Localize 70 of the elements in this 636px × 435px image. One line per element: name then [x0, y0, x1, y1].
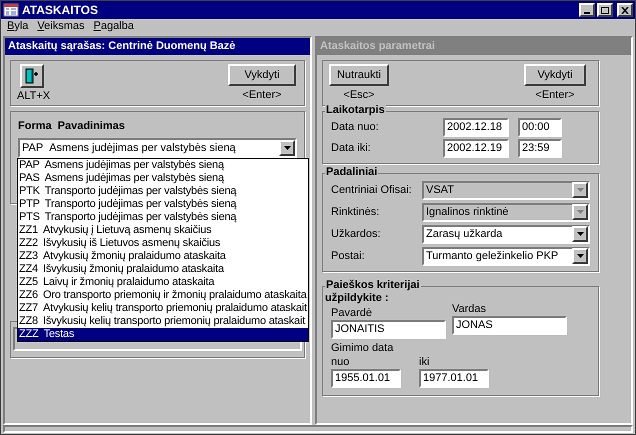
shortcut-label: <Enter>	[242, 89, 282, 102]
time-field[interactable]: 23:59	[518, 139, 562, 158]
close-button[interactable]	[617, 3, 633, 17]
field-label: Užkardos:	[331, 228, 382, 240]
panel-header: Ataskaitos parametrai	[317, 38, 631, 55]
dropdown-option[interactable]: ZZ5 Laivų ir žmonių pralaidumo ataskaita	[18, 276, 308, 289]
menu-item[interactable]: Veiksmas	[37, 18, 84, 35]
window-title: ATASKAITOS	[22, 2, 98, 19]
minimize-button[interactable]	[579, 3, 595, 17]
caret-icon	[284, 146, 290, 150]
field-label: Vardas	[452, 303, 488, 316]
field-label: Gimimo data	[331, 342, 394, 355]
field-label: Centriniai Ofisai:	[331, 184, 413, 196]
shortcut-label: ALT+X	[17, 90, 50, 103]
dropdown-option[interactable]: ZZ1 Atvykusių į Lietuvą asmenų skaičius	[18, 224, 308, 237]
group-title: Paieškos kriterijai	[325, 279, 421, 292]
dropdown-option[interactable]: PAS Asmens judėjimas per valstybės sieną	[18, 172, 308, 185]
dropdown-option[interactable]: ZZ6 Oro transporto priemonių ir žmonių pralaidumo ataskaita	[18, 289, 308, 302]
date-field[interactable]: 2002.12.18	[443, 118, 509, 137]
group-title: Laikotarpis	[325, 104, 386, 117]
panel-header: Ataskaitų sąrašas: Centrinė Duomenų Bazė	[5, 38, 310, 55]
dropdown-field[interactable]: Turmanto geležinkelio PKP	[422, 246, 590, 266]
dropdown-option[interactable]: ZZ2 Išvykusių iš Lietuvos asmenų skaičius	[18, 237, 308, 250]
name-field[interactable]: JONAS	[452, 316, 567, 335]
app-icon	[3, 3, 19, 17]
field-label: iki	[419, 356, 430, 369]
dropdown-option[interactable]: ZZ8 Išvykusių kelių transporto priemonių pralaidumo ataskait	[18, 315, 308, 328]
maximize-button[interactable]	[597, 3, 613, 17]
dropdown-option[interactable]: PTK Transporto judėjimas per valstybės sieną	[18, 185, 308, 198]
maximize-icon	[601, 6, 609, 14]
field-label: Data iki:	[331, 142, 372, 155]
group-subtitle: užpildykite :	[325, 292, 390, 305]
dropdown-option[interactable]: ZZ7 Atvykusių kelių transporto priemonių pralaidumo ataskait	[18, 302, 308, 315]
close-icon	[621, 6, 629, 14]
caret-icon	[576, 254, 584, 258]
dropdown-option[interactable]: ZZ3 Atvykusių žmonių pralaidumo ataskaita	[18, 250, 308, 263]
field-label: Pavardė	[331, 307, 373, 320]
time-field[interactable]: 00:00	[518, 118, 562, 137]
menu-item[interactable]: Byla	[7, 18, 28, 35]
dropdown-option[interactable]: PTS Transporto judėjimas per valstybės sieną	[18, 211, 308, 224]
caret-icon	[576, 232, 584, 236]
date-field[interactable]: 1955.01.01	[331, 369, 401, 388]
dropdown-option[interactable]: PAP Asmens judėjimas per valstybės sieną	[18, 159, 308, 172]
exit-button[interactable]	[20, 64, 44, 88]
run-button[interactable]: Vykdyti	[228, 64, 296, 86]
dropdown-button[interactable]	[279, 140, 295, 156]
date-field[interactable]: 2002.12.19	[443, 139, 509, 158]
dropdown-option[interactable]: PTP Transporto judėjimas per valstybės sieną	[18, 198, 308, 211]
dropdown-option[interactable]: ZZZ Testas	[18, 328, 308, 341]
shortcut-label: <Enter>	[535, 89, 575, 102]
dropdown-button[interactable]	[572, 226, 588, 242]
caret-icon	[576, 210, 584, 214]
cancel-button[interactable]: Nutraukti	[329, 64, 389, 86]
exit-door-icon	[24, 68, 40, 84]
report-dropdown[interactable]: PAP Asmens judėjimas per valstybės sieną	[18, 138, 297, 158]
caret-icon	[576, 188, 584, 192]
dropdown-field[interactable]: Zarasų užkarda	[422, 224, 590, 244]
field-label: Postai:	[331, 250, 366, 262]
column-header: Forma	[18, 120, 52, 133]
menu-item[interactable]: Pagalba	[93, 18, 134, 35]
column-header: Pavadinimas	[58, 120, 125, 133]
dropdown-button[interactable]	[572, 248, 588, 264]
field-label: nuo	[331, 356, 350, 369]
field-label: Rinktinės:	[331, 206, 380, 218]
date-field[interactable]: 1977.01.01	[419, 369, 489, 388]
run-button[interactable]: Vykdyti	[524, 64, 586, 86]
dropdown-option[interactable]: ZZ4 Išvykusių žmonių pralaidumo ataskaita	[18, 263, 308, 276]
surname-field[interactable]: JONAITIS	[331, 320, 446, 339]
shortcut-label: <Esc>	[343, 89, 375, 102]
field-label: Data nuo:	[331, 121, 380, 134]
